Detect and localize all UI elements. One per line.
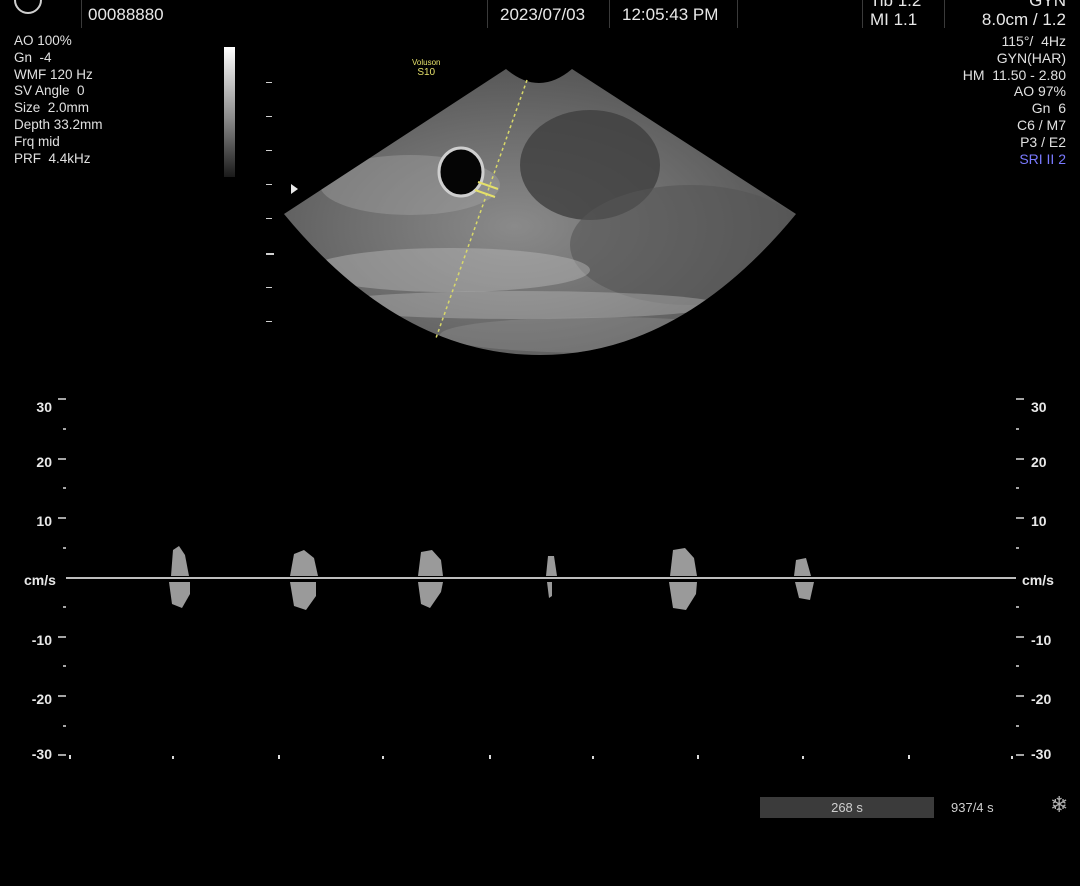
header-divider — [862, 0, 863, 28]
header-divider — [487, 0, 488, 28]
patient-id: 00088880 — [88, 5, 164, 24]
right-tick-label: -20 — [1031, 691, 1052, 707]
header-divider — [609, 0, 610, 28]
param-gain: Gn -4 — [14, 49, 52, 65]
header-divider — [944, 0, 945, 28]
param-angle: 115°/ 4Hz — [1001, 33, 1066, 49]
right-tick-label: -10 — [1031, 632, 1052, 648]
cine-progress-bar[interactable]: 268 s — [760, 797, 934, 818]
param-frq: Frq mid — [14, 133, 60, 149]
left-tick-label: 10 — [36, 513, 52, 529]
param-prf: PRF 4.4kHz — [14, 150, 91, 166]
param-hm: HM 11.50 - 2.80 — [962, 66, 1066, 83]
param-preset: GYN(HAR) — [996, 49, 1066, 66]
waveform-complex — [290, 550, 318, 610]
param-depth: Depth 33.2mm — [14, 116, 103, 132]
ge-logo-icon — [14, 0, 42, 14]
exam-time: 12:05:43 PM — [622, 5, 719, 24]
right-tick-label: 10 — [1031, 513, 1047, 529]
grayscale-bar — [224, 47, 235, 177]
depth-readout: 8.0cm / 1.2 — [981, 10, 1066, 29]
right-unit-label: cm/s — [1022, 572, 1054, 588]
header-divider — [737, 0, 738, 28]
left-tick-label: -30 — [31, 746, 52, 762]
left-scale-ticks — [58, 398, 66, 756]
snowflake-icon[interactable]: ❄ — [1050, 792, 1068, 818]
cine-rate: 937/4 s — [951, 800, 994, 815]
bmode-image[interactable] — [270, 55, 810, 365]
right-tick-label: 20 — [1031, 454, 1047, 470]
header-divider — [81, 0, 82, 28]
imaging-params: 115°/ 4Hz GYN(HAR) HM 11.50 - 2.80 AO 97… — [963, 33, 1066, 167]
left-tick-label: 30 — [36, 399, 52, 415]
param-sv-angle: SV Angle 0 — [14, 83, 85, 99]
exam-date: 2023/07/03 — [500, 5, 586, 24]
time-ticks — [69, 755, 1013, 759]
doppler-spectrum[interactable] — [0, 390, 1080, 770]
param-gain-2d: Gn 6 — [1031, 100, 1066, 117]
param-pe: P3 / E2 — [1020, 133, 1066, 150]
doppler-params: AO 100% Gn -4 WMF 120 Hz SV Angle 0 Size… — [14, 33, 103, 167]
left-tick-label: -20 — [31, 691, 52, 707]
param-wmf: WMF 120 Hz — [14, 66, 93, 82]
right-tick-label: 30 — [1031, 399, 1047, 415]
param-size: Size 2.0mm — [14, 100, 90, 116]
param-ao: AO 100% — [14, 33, 72, 48]
mi-value: MI 1.1 — [870, 10, 918, 29]
right-tick-label: -30 — [1031, 746, 1052, 762]
left-tick-label: -10 — [31, 632, 52, 648]
param-sri: SRI II 2 — [1019, 150, 1066, 167]
param-cm: C6 / M7 — [1016, 116, 1066, 133]
gestational-sac — [437, 146, 485, 198]
param-ao-2d: AO 97% — [1013, 83, 1066, 100]
left-unit-label: cm/s — [24, 572, 56, 588]
left-tick-label: 20 — [36, 454, 52, 470]
